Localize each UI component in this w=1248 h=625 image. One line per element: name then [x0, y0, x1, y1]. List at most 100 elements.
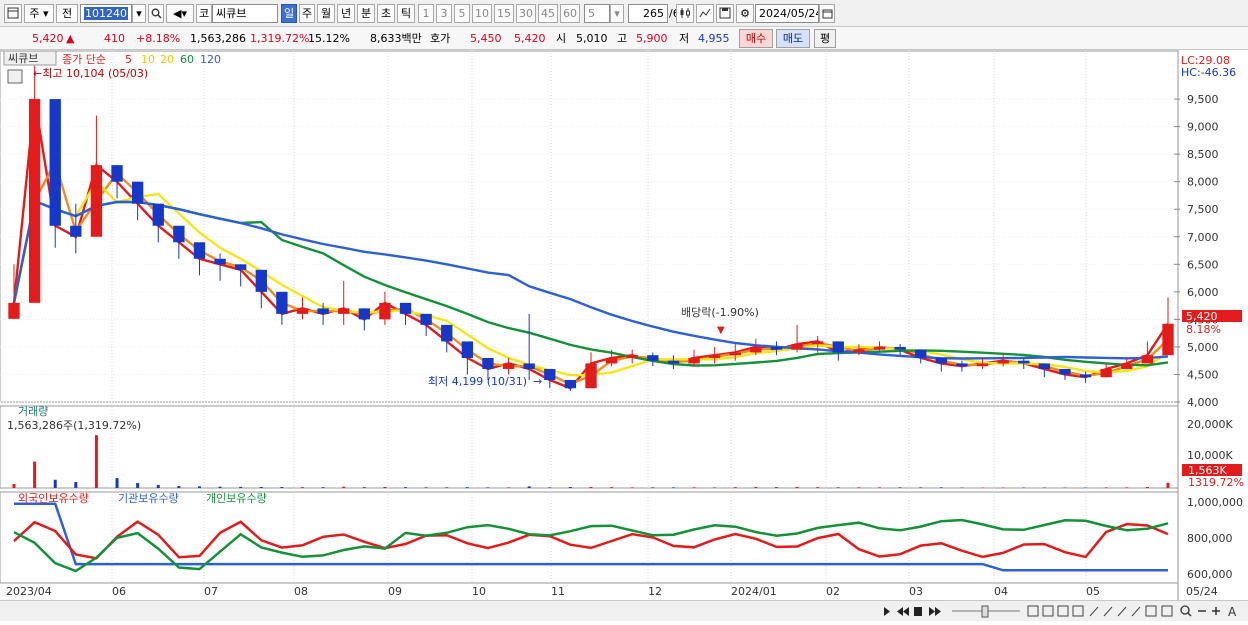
scroll-thumb[interactable]	[982, 606, 988, 617]
candle-body	[1142, 355, 1153, 363]
fast-forward-icon[interactable]	[929, 607, 941, 616]
volume-bar	[1125, 487, 1128, 488]
candle-body	[1039, 363, 1050, 369]
volume-bar	[1167, 483, 1170, 488]
x-tick-label: 06	[112, 585, 126, 598]
volume-bar	[260, 487, 263, 488]
period-month[interactable]: 월	[317, 4, 335, 23]
holding-y-label: 800,000	[1187, 532, 1233, 545]
layout-icon[interactable]	[4, 4, 22, 23]
zoom-in-icon[interactable]	[1212, 607, 1220, 615]
table-icon[interactable]	[8, 70, 22, 83]
volume-y-label: 10,000K	[1187, 449, 1233, 462]
rewind-icon[interactable]	[897, 607, 909, 616]
interval-45[interactable]: 45	[538, 4, 558, 23]
volume-bar	[342, 487, 345, 488]
period-year[interactable]: 년	[337, 4, 355, 23]
period-tick[interactable]: 틱	[397, 4, 415, 23]
draw-icon-1[interactable]	[1090, 607, 1098, 616]
candle-body	[977, 363, 988, 366]
volume-bar	[198, 486, 201, 488]
font-size-icon[interactable]: A	[1228, 605, 1237, 619]
candle-body	[874, 347, 885, 350]
legend-ma5: 5	[125, 53, 132, 66]
interval-60[interactable]: 60	[560, 4, 580, 23]
gear-icon[interactable]: ⚙	[736, 4, 754, 23]
volume-bar	[569, 487, 572, 488]
volume-bar	[383, 487, 386, 488]
period-minute[interactable]: 분	[357, 4, 375, 23]
stock-name-field[interactable]: 씨큐브	[212, 4, 278, 23]
low-arrow-icon: →	[533, 375, 542, 388]
sound-icon[interactable]: ◀▾	[166, 4, 194, 23]
draw-icon-5[interactable]	[1146, 606, 1156, 616]
volume-value: 1,563,286	[190, 30, 246, 47]
candle-body	[503, 363, 514, 369]
period-week[interactable]: 주	[299, 4, 315, 23]
x-tick-label: 2023/04	[6, 585, 52, 598]
interval-dropdown-icon[interactable]: ▾	[610, 4, 624, 23]
candle-body	[544, 369, 555, 380]
period-second[interactable]: 초	[377, 4, 395, 23]
interval-3[interactable]: 3	[436, 4, 452, 23]
draw-icon-4[interactable]	[1132, 607, 1140, 616]
prev-button[interactable]: 전	[56, 4, 78, 23]
y-tick-label: 8,000	[1187, 176, 1219, 189]
candle-body	[565, 380, 576, 388]
open-label: 시	[556, 30, 566, 47]
stock-chart[interactable]: 9,5009,0008,5008,0007,5007,0006,5006,000…	[0, 50, 1248, 600]
play-icon[interactable]	[884, 607, 890, 616]
search-icon[interactable]	[148, 4, 164, 23]
buy-button[interactable]: 매수	[739, 29, 773, 48]
eval-button[interactable]: 평	[814, 29, 836, 48]
count-input[interactable]: 265	[628, 4, 668, 23]
view-icon-3[interactable]	[1058, 606, 1068, 616]
draw-icon-3[interactable]	[1118, 607, 1126, 616]
view-icon-4[interactable]	[1073, 606, 1083, 616]
interval-15[interactable]: 15	[494, 4, 514, 23]
code-input[interactable]: 101240	[80, 4, 132, 23]
volume-y-label: 20,000K	[1187, 418, 1233, 431]
candle-body	[606, 358, 617, 364]
code-dropdown-icon[interactable]: ▾	[132, 4, 146, 23]
bottom-toolbar: A	[0, 600, 1248, 621]
volume-tag-pct: 1319.72%	[1188, 476, 1244, 489]
candle-body	[709, 355, 720, 358]
draw-icon-6[interactable]	[1162, 606, 1172, 616]
draw-icon-2[interactable]	[1104, 607, 1112, 616]
interval-10[interactable]: 10	[472, 4, 492, 23]
period-day[interactable]: 일	[281, 4, 297, 23]
zoom-icon[interactable]	[1181, 606, 1191, 616]
high-annotation: ←최고 10,104 (05/03)	[33, 67, 148, 80]
view-icon-1[interactable]	[1028, 606, 1038, 616]
candle-body	[379, 303, 390, 320]
volume-bar	[445, 487, 448, 488]
interval-input[interactable]: 5	[584, 4, 610, 23]
high-price: 5,900	[636, 30, 668, 47]
volume-bar	[796, 487, 799, 488]
stop-icon[interactable]	[914, 607, 922, 616]
candle-icon[interactable]	[676, 4, 694, 23]
volume-bar	[631, 487, 634, 488]
candle-body	[214, 259, 225, 265]
x-tick-label: 05/24	[1186, 585, 1218, 598]
volume-bar	[816, 487, 819, 488]
low-annotation: 최저 4,199 (10/31)	[428, 375, 527, 388]
trendline-icon[interactable]	[696, 4, 714, 23]
calendar-icon[interactable]	[819, 4, 835, 23]
volume-bar	[1105, 487, 1108, 488]
interval-1[interactable]: 1	[418, 4, 434, 23]
y-tick-label: 9,500	[1187, 93, 1219, 106]
date-input[interactable]: 2024/05/24	[755, 4, 819, 23]
market-select[interactable]: 주 ▾	[24, 4, 54, 23]
x-tick-label: 11	[551, 585, 565, 598]
interval-5[interactable]: 5	[454, 4, 470, 23]
sell-button[interactable]: 매도	[776, 29, 810, 48]
interval-30[interactable]: 30	[516, 4, 536, 23]
save-icon[interactable]	[716, 4, 734, 23]
volume-bar	[899, 487, 902, 488]
volume-bar	[548, 487, 551, 488]
candle-body	[1162, 324, 1173, 355]
view-icon-2[interactable]	[1043, 606, 1053, 616]
y-tick-label: 8,500	[1187, 148, 1219, 161]
